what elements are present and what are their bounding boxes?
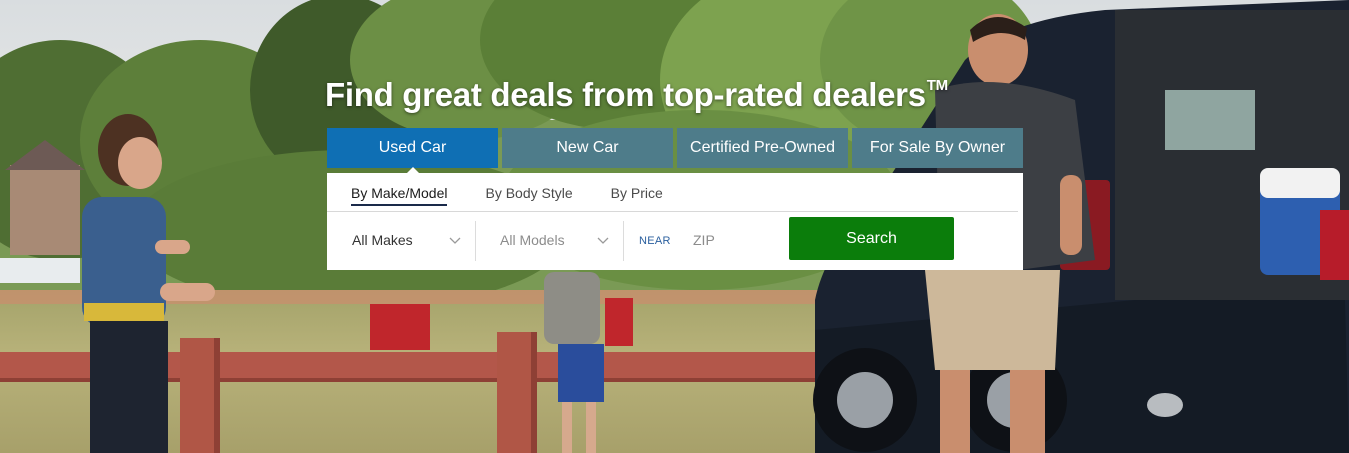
make-select[interactable]: All Makes: [327, 217, 475, 263]
search-type-tabs: Used Car New Car Certified Pre-Owned For…: [327, 128, 1023, 175]
make-select-value: All Makes: [352, 232, 413, 248]
search-button[interactable]: Search: [789, 217, 954, 260]
subtab-by-body-style[interactable]: By Body Style: [485, 173, 572, 211]
trademark-mark: TM: [926, 77, 948, 94]
search-subtabs: By Make/Model By Body Style By Price: [327, 173, 1018, 212]
headline-text: Find great deals from top-rated dealers: [325, 76, 926, 113]
search-panel: By Make/Model By Body Style By Price All…: [327, 173, 1023, 270]
hero-headline: Find great deals from top-rated dealersT…: [325, 76, 948, 114]
near-label: NEAR: [639, 235, 671, 247]
subtab-by-make-model-label: By Make/Model: [351, 185, 448, 206]
field-divider: [623, 221, 624, 261]
lawn-chairs: [370, 298, 633, 350]
tab-for-sale-by-owner[interactable]: For Sale By Owner: [852, 128, 1023, 168]
tab-new-car[interactable]: New Car: [502, 128, 673, 168]
tab-certified-pre-owned[interactable]: Certified Pre-Owned: [677, 128, 848, 168]
child-figure: [82, 114, 215, 453]
chevron-down-icon: [449, 237, 461, 244]
tab-used-car[interactable]: Used Car: [327, 128, 498, 175]
model-select[interactable]: All Models: [476, 217, 623, 263]
subtab-by-make-model[interactable]: By Make/Model: [351, 173, 448, 211]
subtab-by-price[interactable]: By Price: [611, 173, 663, 211]
search-fields: All Makes All Models NEAR Search: [327, 217, 1023, 267]
model-select-value: All Models: [500, 232, 565, 248]
zip-input[interactable]: [693, 227, 783, 253]
chevron-down-icon: [597, 237, 609, 244]
